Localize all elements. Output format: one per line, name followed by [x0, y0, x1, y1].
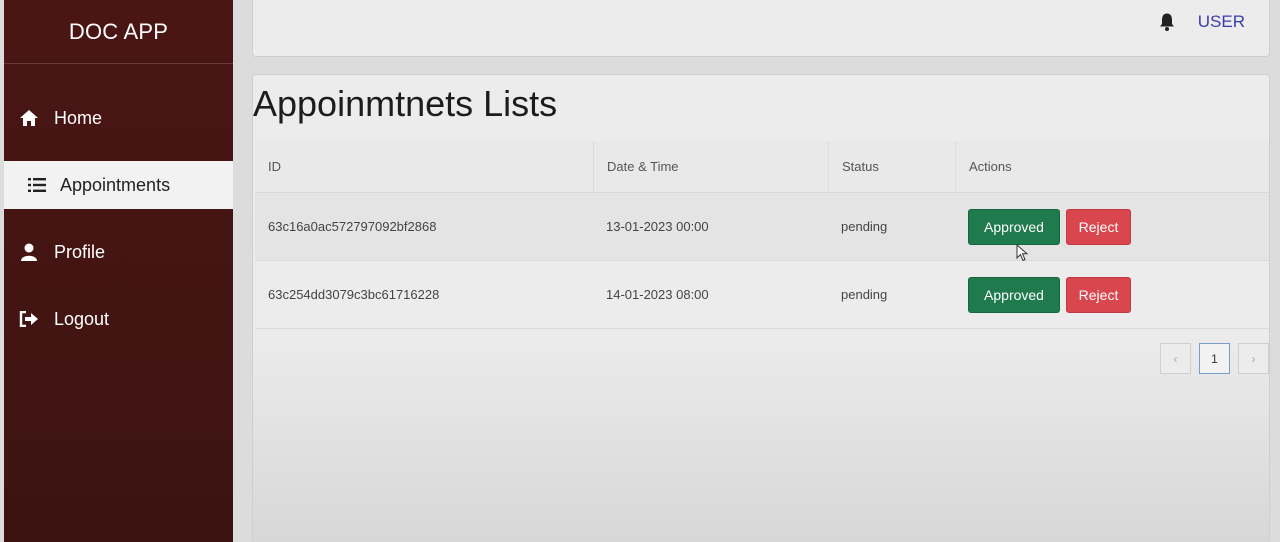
reject-button[interactable]: Reject [1066, 276, 1131, 313]
bell-icon[interactable] [1159, 13, 1175, 36]
sidebar-item-logout[interactable]: Logout [4, 295, 233, 343]
pagination-page-1[interactable]: 1 [1199, 343, 1230, 374]
sidebar-item-label: Appointments [60, 174, 171, 195]
top-header: USER [252, 0, 1270, 57]
sidebar-item-label: Profile [54, 241, 106, 262]
column-header-datetime: Date & Time [593, 141, 828, 192]
appointment-actions: Approved Reject [955, 208, 1269, 245]
approve-button[interactable]: Approved [968, 276, 1060, 313]
appointment-status: pending [841, 219, 888, 234]
sidebar-item-profile[interactable]: Profile [4, 228, 233, 276]
user-link[interactable]: USER [1198, 12, 1245, 32]
sidebar-item-home[interactable]: Home [4, 94, 233, 142]
appointments-table: ID Date & Time Status Actions 63c16a0ac5… [255, 141, 1269, 329]
appointment-status: pending [841, 287, 888, 302]
appointments-panel: Appoinmtnets Lists ID Date & Time Status… [252, 74, 1270, 542]
mouse-cursor-icon [1016, 243, 1029, 267]
table-row: 63c16a0ac572797092bf2868 13-01-2023 00:0… [255, 193, 1269, 261]
pagination-next-button[interactable]: › [1238, 343, 1269, 374]
logout-icon [18, 308, 40, 330]
sidebar: DOC APP Home Appointments Profile Logout [4, 0, 233, 542]
appointment-datetime: 14-01-2023 08:00 [606, 287, 709, 302]
column-header-id: ID [268, 159, 281, 174]
appointment-datetime: 13-01-2023 00:00 [606, 219, 709, 234]
approve-button[interactable]: Approved [968, 208, 1060, 245]
reject-button[interactable]: Reject [1066, 208, 1131, 245]
appointment-actions: Approved Reject [955, 276, 1269, 313]
page-title: Appoinmtnets Lists [253, 83, 558, 124]
pagination: ‹ 1 › [1160, 343, 1269, 374]
appointment-id: 63c254dd3079c3bc61716228 [268, 287, 440, 302]
app-brand: DOC APP [4, 0, 233, 64]
list-icon [26, 174, 48, 196]
sidebar-menu: Home Appointments Profile Logout [4, 94, 233, 343]
table-row: 63c254dd3079c3bc61716228 14-01-2023 08:0… [255, 261, 1269, 329]
column-header-status: Status [828, 141, 955, 192]
pagination-prev-button[interactable]: ‹ [1160, 343, 1191, 374]
home-icon [18, 107, 40, 129]
sidebar-item-label: Logout [54, 308, 110, 329]
column-header-actions: Actions [955, 141, 1269, 192]
appointment-id: 63c16a0ac572797092bf2868 [268, 219, 437, 234]
user-icon [18, 241, 40, 263]
sidebar-item-label: Home [54, 107, 103, 128]
table-header: ID Date & Time Status Actions [255, 141, 1269, 193]
sidebar-item-appointments[interactable]: Appointments [4, 161, 233, 209]
